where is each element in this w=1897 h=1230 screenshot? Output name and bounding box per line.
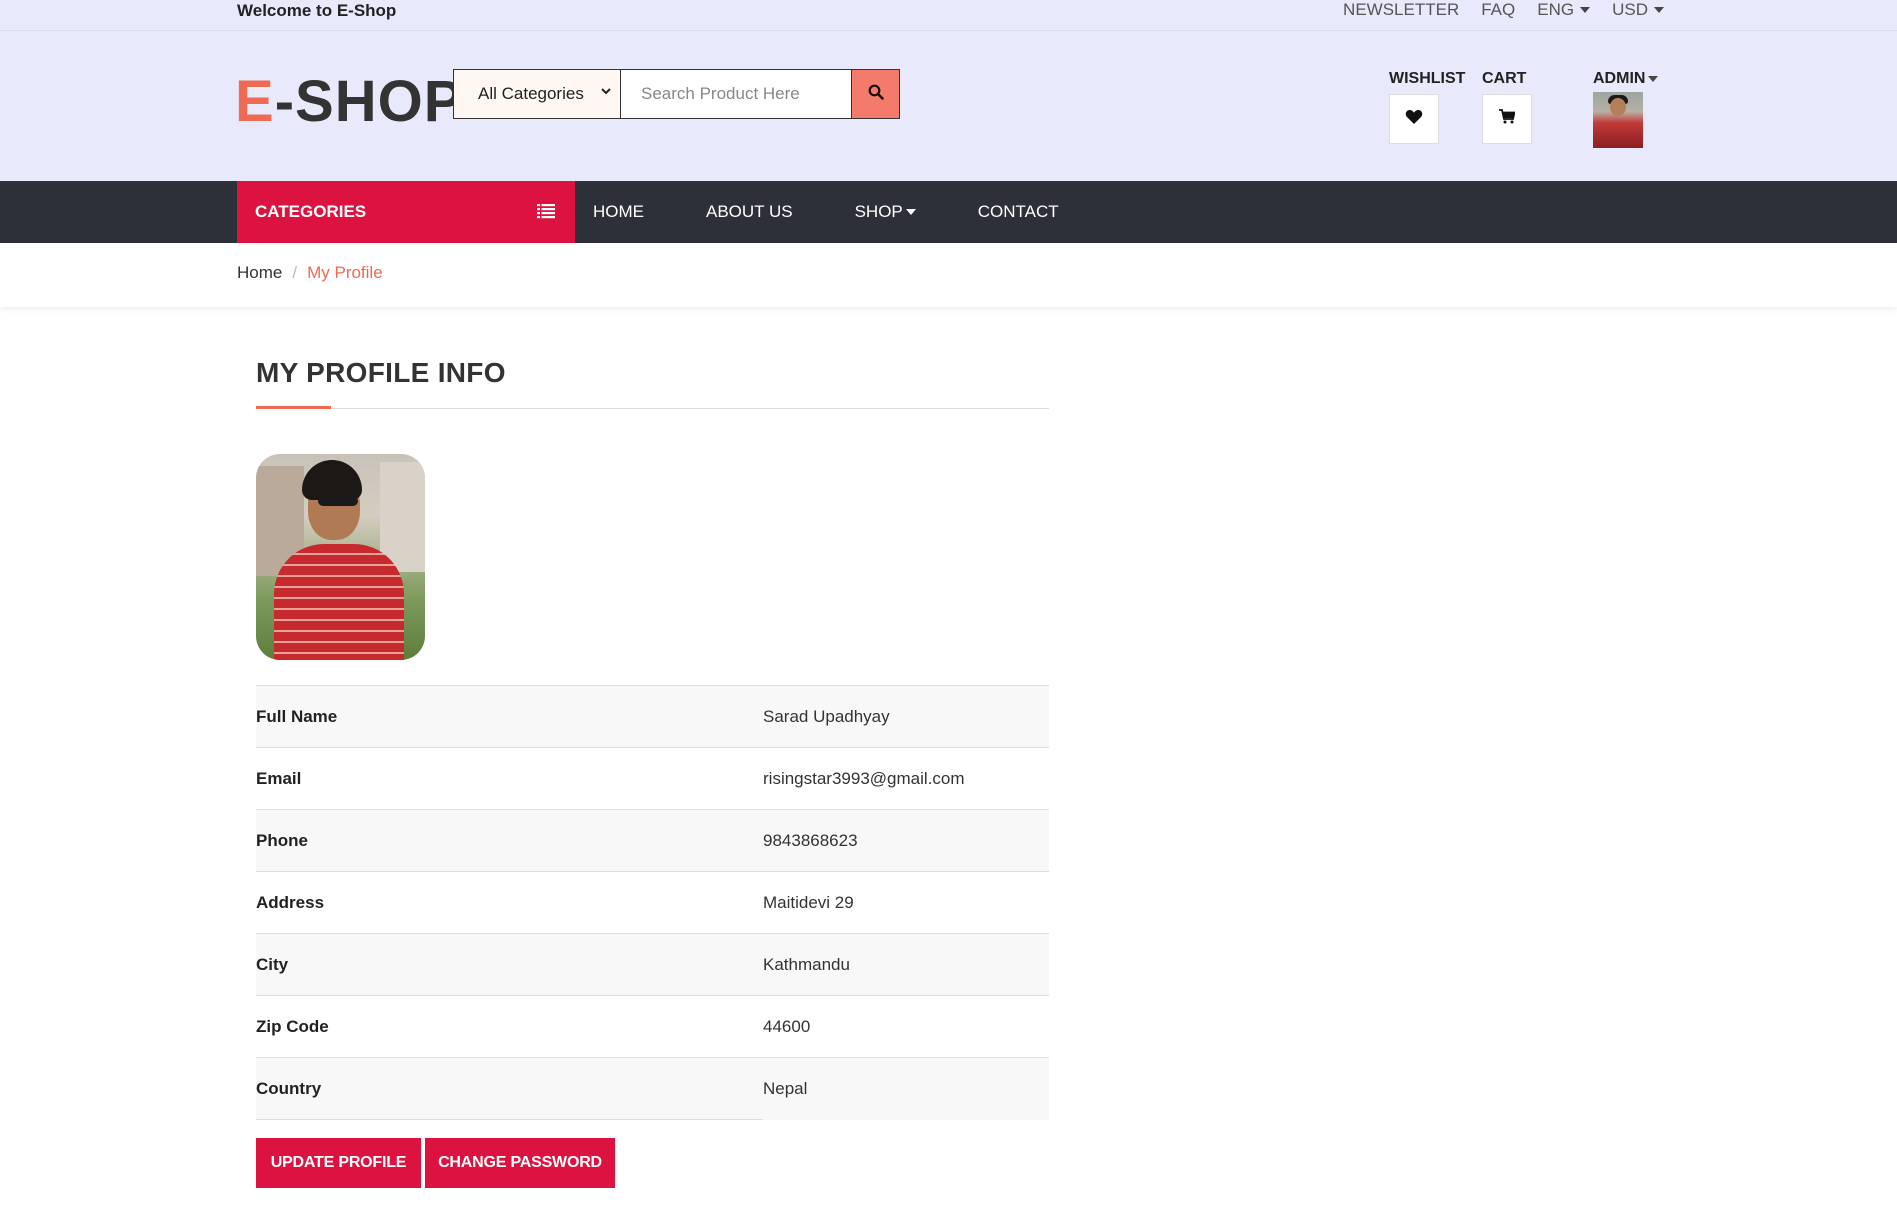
row-label: City xyxy=(256,933,763,996)
table-row: Address Maitidevi 29 xyxy=(256,871,1049,934)
row-value: Kathmandu xyxy=(763,933,1049,996)
change-password-button[interactable]: CHANGE PASSWORD xyxy=(425,1138,615,1188)
caret-down-icon xyxy=(1654,7,1664,13)
row-label: Zip Code xyxy=(256,995,763,1058)
list-icon xyxy=(537,203,555,224)
cart-label: CART xyxy=(1482,70,1527,87)
logo-letter: E xyxy=(235,69,275,134)
page-title: MY PROFILE INFO xyxy=(256,357,506,388)
nav-links: HOME ABOUT US SHOP CONTACT xyxy=(593,181,1059,243)
admin-dropdown[interactable]: ADMIN xyxy=(1593,70,1659,88)
table-row: Country Nepal xyxy=(256,1057,1049,1120)
breadcrumb-home[interactable]: Home xyxy=(237,263,282,283)
category-select[interactable]: All Categories xyxy=(453,69,621,119)
breadcrumb-current: My Profile xyxy=(307,263,383,282)
nav-item-about-us[interactable]: ABOUT US xyxy=(706,202,793,222)
header: E-SHOP All Categories Search Product Her… xyxy=(0,31,1897,181)
table-row: City Kathmandu xyxy=(256,933,1049,996)
category-select-value: All Categories xyxy=(478,84,584,103)
currency-label: USD xyxy=(1612,0,1648,19)
row-value: Sarad Upadhyay xyxy=(763,685,1049,748)
search-bar: All Categories Search Product Here xyxy=(453,69,900,119)
logo-text: -SHOP xyxy=(274,69,464,134)
row-value: 9843868623 xyxy=(763,809,1049,872)
row-value: 44600 xyxy=(763,995,1049,1058)
row-value: Nepal xyxy=(763,1057,1049,1120)
breadcrumb-bar: Home / My Profile xyxy=(0,243,1897,307)
table-row: Phone 9843868623 xyxy=(256,809,1049,872)
newsletter-link[interactable]: NEWSLETTER xyxy=(1343,0,1459,20)
row-label: Phone xyxy=(256,809,763,872)
avatar[interactable] xyxy=(1593,92,1643,148)
nav-item-home[interactable]: HOME xyxy=(593,202,644,222)
profile-info-table: Full Name Sarad Upadhyay Email risingsta… xyxy=(256,685,1049,1120)
heart-icon xyxy=(1405,109,1423,130)
breadcrumb: Home / My Profile xyxy=(237,263,383,283)
wishlist-label: WISHLIST xyxy=(1389,70,1466,87)
update-profile-button[interactable]: UPDATE PROFILE xyxy=(256,1138,421,1188)
currency-dropdown[interactable]: USD xyxy=(1612,0,1664,20)
search-icon xyxy=(868,84,884,105)
admin-label: ADMIN xyxy=(1593,70,1646,87)
caret-down-icon xyxy=(1580,7,1591,13)
title-divider xyxy=(256,408,1049,409)
table-row: Full Name Sarad Upadhyay xyxy=(256,685,1049,748)
row-label: Country xyxy=(256,1057,763,1120)
caret-down-icon xyxy=(905,209,916,215)
profile-photo xyxy=(256,454,425,660)
chevron-down-icon xyxy=(600,84,612,100)
site-logo[interactable]: E-SHOP xyxy=(235,67,463,137)
faq-link[interactable]: FAQ xyxy=(1481,0,1515,20)
search-button[interactable] xyxy=(851,69,900,119)
row-value: risingstar3993@gmail.com xyxy=(763,747,1049,810)
nav-item-shop[interactable]: SHOP xyxy=(855,202,916,222)
cart-icon xyxy=(1499,109,1516,129)
cart-button[interactable] xyxy=(1482,94,1532,144)
profile-actions: UPDATE PROFILE CHANGE PASSWORD xyxy=(256,1138,615,1188)
table-row: Zip Code 44600 xyxy=(256,995,1049,1058)
welcome-text: Welcome to E-Shop xyxy=(237,1,397,20)
row-label: Full Name xyxy=(256,685,763,748)
categories-label: CATEGORIES xyxy=(255,202,367,221)
language-label: ENG xyxy=(1537,0,1575,19)
row-value: Maitidevi 29 xyxy=(763,871,1049,934)
search-input[interactable]: Search Product Here xyxy=(621,69,851,119)
caret-down-icon xyxy=(1648,76,1659,82)
top-links: NEWSLETTER FAQ ENG USD xyxy=(1343,0,1664,20)
breadcrumb-separator: / xyxy=(292,263,298,282)
table-row: Email risingstar3993@gmail.com xyxy=(256,747,1049,810)
nav-item-contact[interactable]: CONTACT xyxy=(978,202,1059,222)
row-label: Email xyxy=(256,747,763,810)
top-bar: Welcome to E-Shop NEWSLETTER FAQ ENG USD xyxy=(0,0,1897,31)
wishlist-button[interactable] xyxy=(1389,94,1439,144)
title-accent-bar xyxy=(256,406,331,409)
row-label: Address xyxy=(256,871,763,934)
nav-item-shop-label: SHOP xyxy=(854,202,903,221)
categories-menu[interactable]: CATEGORIES xyxy=(237,181,575,243)
language-dropdown[interactable]: ENG xyxy=(1537,0,1591,20)
main-nav: CATEGORIES HOME ABOUT US SHOP CONTACT xyxy=(0,181,1897,243)
